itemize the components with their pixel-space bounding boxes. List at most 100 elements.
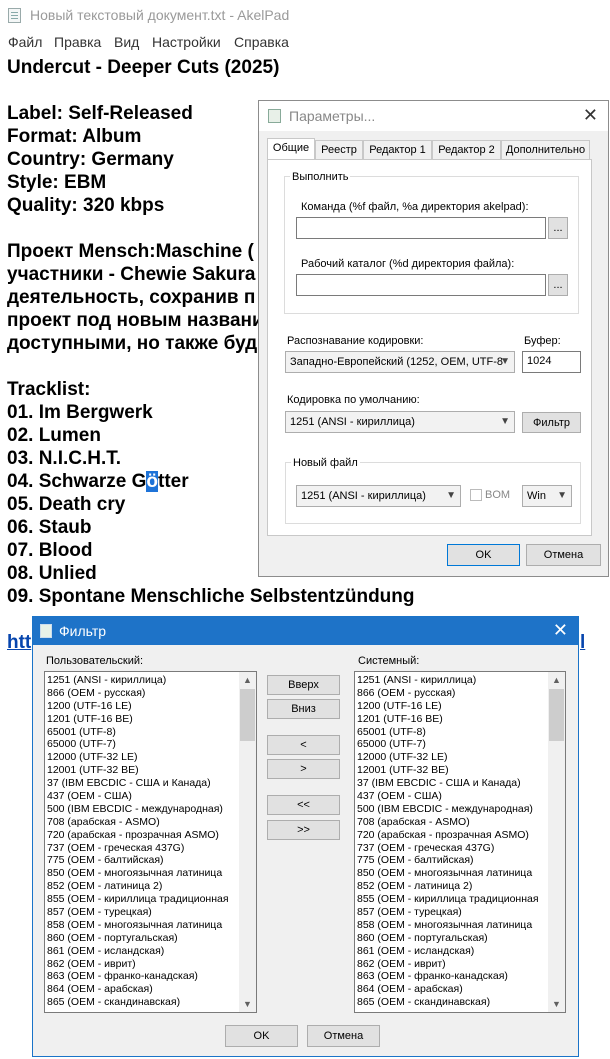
workdir-browse-button[interactable]: ... — [548, 274, 568, 296]
encoding-list-item[interactable]: 1251 (ANSI - кириллица) — [47, 674, 238, 687]
encoding-list-item[interactable]: 708 (арабская - ASMO) — [47, 816, 238, 829]
encoding-list-item[interactable]: 864 (OEM - арабская) — [47, 983, 238, 996]
encoding-list-item[interactable]: 864 (OEM - арабская) — [357, 983, 547, 996]
encoding-list-item[interactable]: 857 (OEM - турецкая) — [357, 906, 547, 919]
encoding-list-item[interactable]: 437 (OEM - США) — [47, 790, 238, 803]
menu-view[interactable]: Вид — [114, 34, 139, 50]
command-label: Команда (%f файл, %a директория akelpad)… — [301, 201, 529, 213]
encoding-list-item[interactable]: 863 (OEM - франко-канадская) — [357, 970, 547, 983]
encoding-list-item[interactable]: 850 (OEM - многоязычная латиница — [47, 867, 238, 880]
scroll-thumb[interactable] — [549, 689, 564, 741]
move-down-button[interactable]: Вниз — [267, 699, 340, 719]
encoding-list-item[interactable]: 65001 (UTF-8) — [47, 726, 238, 739]
scroll-down-icon[interactable]: ▼ — [239, 996, 256, 1012]
encoding-list-item[interactable]: 1200 (UTF-16 LE) — [357, 700, 547, 713]
user-encoding-list[interactable]: 1251 (ANSI - кириллица) 866 (OEM - русска… — [44, 671, 257, 1013]
encoding-list-item[interactable]: 860 (OEM - португальская) — [357, 932, 547, 945]
encoding-list-item[interactable]: 860 (OEM - португальская) — [47, 932, 238, 945]
command-browse-button[interactable]: ... — [548, 217, 568, 239]
scroll-up-icon[interactable]: ▲ — [548, 672, 565, 688]
editor-link-end[interactable]: l — [580, 631, 585, 654]
params-cancel-button[interactable]: Отмена — [526, 544, 601, 566]
encoding-list-item[interactable]: 855 (OEM - кириллица традиционная — [357, 893, 547, 906]
encoding-list-item[interactable]: 861 (OEM - исландская) — [357, 945, 547, 958]
encoding-list-item[interactable]: 858 (OEM - многоязычная латиница — [47, 919, 238, 932]
filter-cancel-button[interactable]: Отмена — [307, 1025, 380, 1047]
default-encoding-select[interactable]: 1251 (ANSI - кириллица) ▼ — [285, 411, 515, 433]
encoding-list-item[interactable]: 12001 (UTF-32 BE) — [47, 764, 238, 777]
encoding-list-item[interactable]: 858 (OEM - многоязычная латиница — [357, 919, 547, 932]
encoding-list-item[interactable]: 862 (OEM - иврит) — [47, 958, 238, 971]
system-list-scrollbar[interactable]: ▲ ▼ — [548, 672, 565, 1012]
encoding-list-item[interactable]: 1251 (ANSI - кириллица) — [357, 674, 547, 687]
workdir-input[interactable] — [296, 274, 546, 296]
user-list-scrollbar[interactable]: ▲ ▼ — [239, 672, 256, 1012]
encoding-list-item[interactable]: 437 (OEM - США) — [357, 790, 547, 803]
encoding-list-item[interactable]: 37 (IBM EBCDIC - США и Канада) — [357, 777, 547, 790]
encoding-detect-select[interactable]: Западно-Европейский (1252, OEM, UTF-8 ▼ — [285, 351, 515, 373]
encoding-list-item[interactable]: 12001 (UTF-32 BE) — [357, 764, 547, 777]
encoding-list-item[interactable]: 1201 (UTF-16 BE) — [357, 713, 547, 726]
encoding-list-item[interactable]: 850 (OEM - многоязычная латиница — [357, 867, 547, 880]
encoding-list-item[interactable]: 65001 (UTF-8) — [357, 726, 547, 739]
move-right-button[interactable]: > — [267, 759, 340, 779]
menu-settings[interactable]: Настройки — [152, 34, 221, 50]
scroll-thumb[interactable] — [240, 689, 255, 741]
new-file-encoding-select[interactable]: 1251 (ANSI - кириллица) ▼ — [296, 485, 461, 507]
encoding-list-item[interactable]: 500 (IBM EBCDIC - международная) — [47, 803, 238, 816]
encoding-list-item[interactable]: 1200 (UTF-16 LE) — [47, 700, 238, 713]
editor-link-start[interactable]: htt — [7, 631, 31, 654]
encoding-list-item[interactable]: 863 (OEM - франко-канадская) — [47, 970, 238, 983]
tab-general[interactable]: Общие — [267, 138, 315, 160]
text-selection: ö — [146, 471, 159, 492]
encoding-list-item[interactable]: 865 (OEM - скандинавская) — [357, 996, 547, 1009]
buffer-input[interactable]: 1024 — [522, 351, 581, 373]
menu-file[interactable]: Файл — [8, 34, 42, 50]
encoding-list-item[interactable]: 737 (OEM - греческая 437G) — [47, 842, 238, 855]
tab-advanced[interactable]: Дополнительно — [501, 140, 590, 160]
encoding-list-item[interactable]: 852 (OEM - латиница 2) — [47, 880, 238, 893]
scroll-up-icon[interactable]: ▲ — [239, 672, 256, 688]
scroll-down-icon[interactable]: ▼ — [548, 996, 565, 1012]
encoding-list-item[interactable]: 65000 (UTF-7) — [357, 738, 547, 751]
move-left-button[interactable]: < — [267, 735, 340, 755]
menu-edit[interactable]: Правка — [54, 34, 101, 50]
bom-checkbox[interactable] — [470, 489, 482, 501]
tab-editor1[interactable]: Редактор 1 — [363, 140, 432, 160]
tab-registry[interactable]: Реестр — [315, 140, 363, 160]
move-up-button[interactable]: Вверх — [267, 675, 340, 695]
newline-select[interactable]: Win ▼ — [522, 485, 572, 507]
tab-editor2[interactable]: Редактор 2 — [432, 140, 501, 160]
move-all-left-button[interactable]: << — [267, 795, 340, 815]
encoding-list-item[interactable]: 775 (OEM - балтийская) — [47, 854, 238, 867]
encoding-list-item[interactable]: 720 (арабская - прозрачная ASMO) — [47, 829, 238, 842]
encoding-list-item[interactable]: 866 (OEM - русская) — [357, 687, 547, 700]
encoding-list-item[interactable]: 862 (OEM - иврит) — [357, 958, 547, 971]
encoding-list-item[interactable]: 775 (OEM - балтийская) — [357, 854, 547, 867]
filter-button[interactable]: Фильтр — [522, 412, 581, 433]
encoding-list-item[interactable]: 708 (арабская - ASMO) — [357, 816, 547, 829]
close-icon[interactable]: ✕ — [583, 105, 598, 126]
encoding-list-item[interactable]: 857 (OEM - турецкая) — [47, 906, 238, 919]
encoding-list-item[interactable]: 865 (OEM - скандинавская) — [47, 996, 238, 1009]
encoding-list-item[interactable]: 65000 (UTF-7) — [47, 738, 238, 751]
encoding-list-item[interactable]: 737 (OEM - греческая 437G) — [357, 842, 547, 855]
system-encoding-list[interactable]: 1251 (ANSI - кириллица) 866 (OEM - русска… — [354, 671, 566, 1013]
encoding-list-item[interactable]: 12000 (UTF-32 LE) — [357, 751, 547, 764]
encoding-list-item[interactable]: 12000 (UTF-32 LE) — [47, 751, 238, 764]
command-input[interactable] — [296, 217, 546, 239]
encoding-list-item[interactable]: 855 (OEM - кириллица традиционная — [47, 893, 238, 906]
close-icon[interactable]: ✕ — [553, 620, 568, 641]
encoding-list-item[interactable]: 852 (OEM - латиница 2) — [357, 880, 547, 893]
encoding-list-item[interactable]: 866 (OEM - русская) — [47, 687, 238, 700]
move-all-right-button[interactable]: >> — [267, 820, 340, 840]
editor-line: 08. Unlied — [7, 563, 97, 584]
encoding-list-item[interactable]: 720 (арабская - прозрачная ASMO) — [357, 829, 547, 842]
encoding-list-item[interactable]: 500 (IBM EBCDIC - международная) — [357, 803, 547, 816]
encoding-list-item[interactable]: 861 (OEM - исландская) — [47, 945, 238, 958]
menu-help[interactable]: Справка — [234, 34, 289, 50]
params-ok-button[interactable]: OK — [447, 544, 520, 566]
filter-ok-button[interactable]: OK — [225, 1025, 298, 1047]
encoding-list-item[interactable]: 1201 (UTF-16 BE) — [47, 713, 238, 726]
encoding-list-item[interactable]: 37 (IBM EBCDIC - США и Канада) — [47, 777, 238, 790]
